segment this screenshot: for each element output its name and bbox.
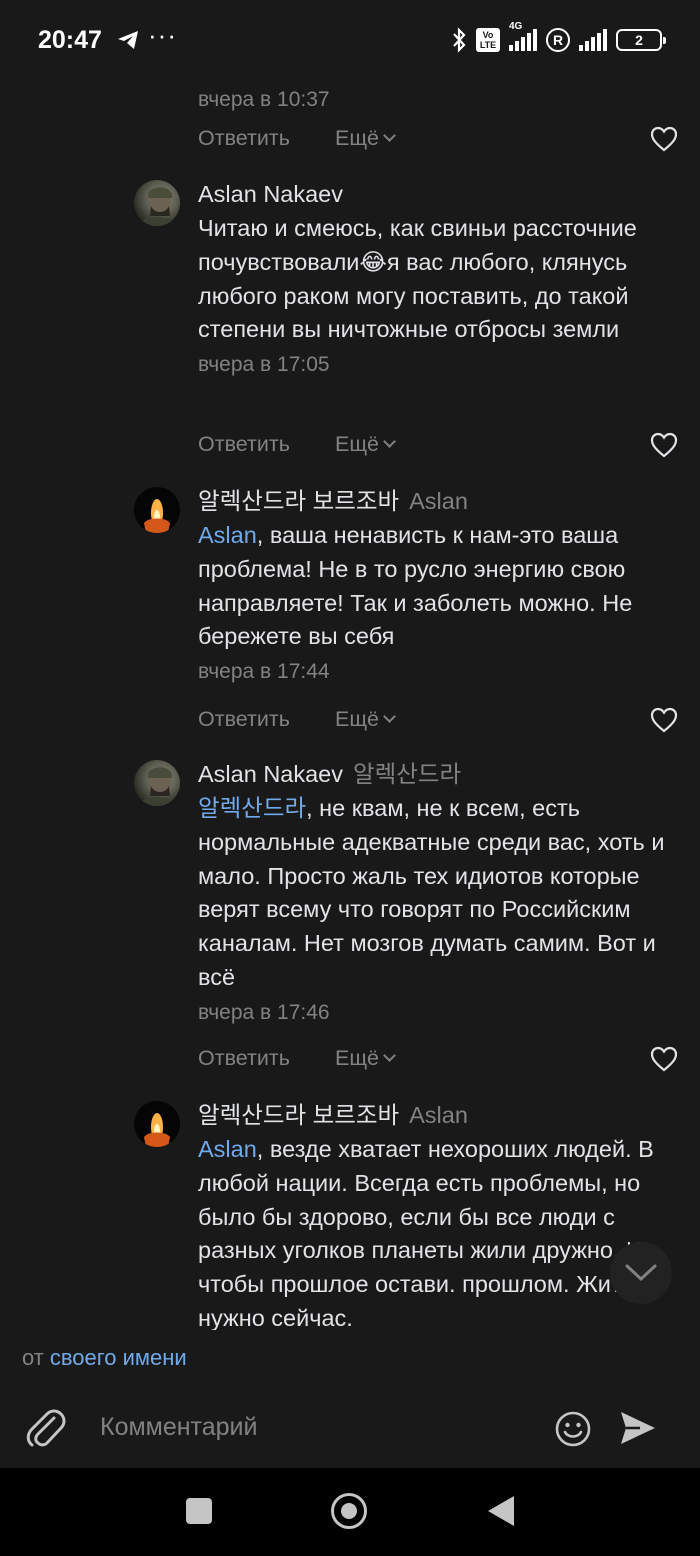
more-label: Ещё xyxy=(335,707,379,731)
candle-image xyxy=(144,499,170,533)
avatar-image xyxy=(138,187,178,226)
comment-text-body: , везде хватает нехороших людей. В любой… xyxy=(198,1136,654,1330)
comment-composer xyxy=(0,1386,700,1468)
chevron-down-icon xyxy=(383,129,396,142)
send-icon[interactable] xyxy=(618,1408,658,1448)
comment-time: вчера в 17:05 xyxy=(198,353,330,377)
more-notifications-icon: ··· xyxy=(148,20,177,50)
comment-author[interactable]: 알렉산드라 보르조바 xyxy=(198,488,399,514)
comment-body: 알렉산드라 보르조바 Aslan Aslan, везде хватает нех… xyxy=(198,1099,686,1330)
avatar[interactable] xyxy=(134,1101,180,1147)
more-label: Ещё xyxy=(335,1046,379,1070)
comment-text-body: , не квам, не к всем, есть нормальные ад… xyxy=(198,795,665,990)
reply-button[interactable]: Ответить xyxy=(198,122,290,154)
system-navigation-bar xyxy=(0,1468,700,1556)
comment-body: 알렉산드라 보르조바 Aslan Aslan, ваша ненависть к … xyxy=(198,485,686,688)
heart-icon[interactable] xyxy=(650,126,678,152)
heart-icon[interactable] xyxy=(650,432,678,458)
comment-text-body: , ваша ненависть к нам-это ваша проблема… xyxy=(198,522,633,650)
home-button[interactable] xyxy=(331,1493,367,1529)
candle-image xyxy=(144,1113,170,1147)
comments-feed[interactable]: вчера в 10:37 Ответить Ещё Aslan Nakaev … xyxy=(0,80,700,1330)
status-bar: 20:47 ··· Vo LTE 4G R 2 xyxy=(0,0,700,80)
avatar[interactable] xyxy=(134,760,180,806)
signal-icon-2 xyxy=(579,29,607,51)
more-label: Ещё xyxy=(335,432,379,456)
heart-icon[interactable] xyxy=(650,707,678,733)
telegram-icon xyxy=(118,31,138,49)
comment-input[interactable] xyxy=(100,1408,530,1446)
comment-text: Читаю и смеюсь, как свиньи расс­точние п… xyxy=(198,215,637,343)
back-button[interactable] xyxy=(488,1496,514,1526)
reply-to-name[interactable]: Aslan xyxy=(409,1102,468,1128)
avatar[interactable] xyxy=(134,180,180,226)
mention-link[interactable]: Aslan xyxy=(198,522,257,548)
comment-header: 알렉산드라 보르조바 Aslan xyxy=(198,485,686,517)
comment-body: вчера в 10:37 xyxy=(198,82,686,116)
mention-link[interactable]: 알렉산드라 xyxy=(198,795,306,821)
comment-text: Aslan, ваша ненависть к нам-это ваша про… xyxy=(198,519,686,654)
avatar[interactable] xyxy=(134,487,180,533)
comment-text: Aslan, везде хватает нехороших людей. В … xyxy=(198,1133,686,1330)
chevron-down-icon xyxy=(625,1264,657,1282)
comment-actions: Ответить Ещё xyxy=(198,1042,688,1074)
more-button[interactable]: Ещё xyxy=(335,703,396,735)
recent-apps-button[interactable] xyxy=(186,1498,212,1524)
status-icons: Vo LTE 4G R 2 xyxy=(451,21,666,54)
comment-body: Aslan Nakaev 알렉산드라 알렉산드라, не квам, не к в… xyxy=(198,758,686,1029)
more-button[interactable]: Ещё xyxy=(335,428,396,460)
roaming-icon: R xyxy=(546,28,570,52)
comment-author[interactable]: Aslan Nakaev xyxy=(198,178,686,210)
comment-header: Aslan Nakaev 알렉산드라 xyxy=(198,758,686,790)
reply-to-name[interactable]: 알렉산드라 xyxy=(353,761,461,787)
more-label: Ещё xyxy=(335,126,379,150)
chevron-down-icon xyxy=(383,710,396,723)
comment-author[interactable]: Aslan Nakaev xyxy=(198,761,343,787)
more-button[interactable]: Ещё xyxy=(335,122,396,154)
more-button[interactable]: Ещё xyxy=(335,1042,396,1074)
reply-button[interactable]: Ответить xyxy=(198,1042,290,1074)
post-as-selector[interactable]: от своего имени xyxy=(0,1330,700,1386)
chevron-down-icon xyxy=(383,435,396,448)
comment-time: вчера в 17:46 xyxy=(198,1000,330,1024)
smile-icon[interactable] xyxy=(554,1410,592,1448)
comment-actions: Ответить Ещё xyxy=(198,122,688,154)
comment-actions: Ответить Ещё xyxy=(198,703,688,735)
network-type-label: 4G xyxy=(509,21,523,32)
from-prefix: от xyxy=(22,1345,44,1370)
mention-link[interactable]: Aslan xyxy=(198,1136,257,1162)
comment-time: вчера в 17:44 xyxy=(198,660,330,684)
chevron-down-icon xyxy=(383,1049,396,1062)
scroll-down-button[interactable] xyxy=(610,1242,672,1304)
heart-icon[interactable] xyxy=(650,1046,678,1072)
reply-button[interactable]: Ответить xyxy=(198,428,290,460)
status-time: 20:47 xyxy=(38,26,102,54)
reply-button[interactable]: Ответить xyxy=(198,703,290,735)
comment-author[interactable]: 알렉산드라 보르조바 xyxy=(198,1102,399,1128)
battery-level: 2 xyxy=(635,32,643,48)
comment-actions: Ответить Ещё xyxy=(198,428,688,460)
avatar-image xyxy=(138,767,178,806)
reply-to-name[interactable]: Aslan xyxy=(409,488,468,514)
home-dot xyxy=(341,1503,357,1519)
volte-icon: Vo LTE xyxy=(476,28,500,52)
paperclip-icon[interactable] xyxy=(26,1406,66,1450)
bluetooth-icon xyxy=(453,27,466,53)
signal-icon-1: 4G xyxy=(509,21,537,51)
comment-header: 알렉산드라 보르조바 Aslan xyxy=(198,1099,686,1131)
comment-text: 알렉산드라, не квам, не к всем, есть нормальн… xyxy=(198,792,686,995)
comment-body: Aslan Nakaev Читаю и смеюсь, как свиньи … xyxy=(198,178,686,381)
comment-time: вчера в 10:37 xyxy=(198,88,330,111)
from-identity-link[interactable]: своего имени xyxy=(50,1345,187,1370)
battery-icon: 2 xyxy=(616,29,666,51)
